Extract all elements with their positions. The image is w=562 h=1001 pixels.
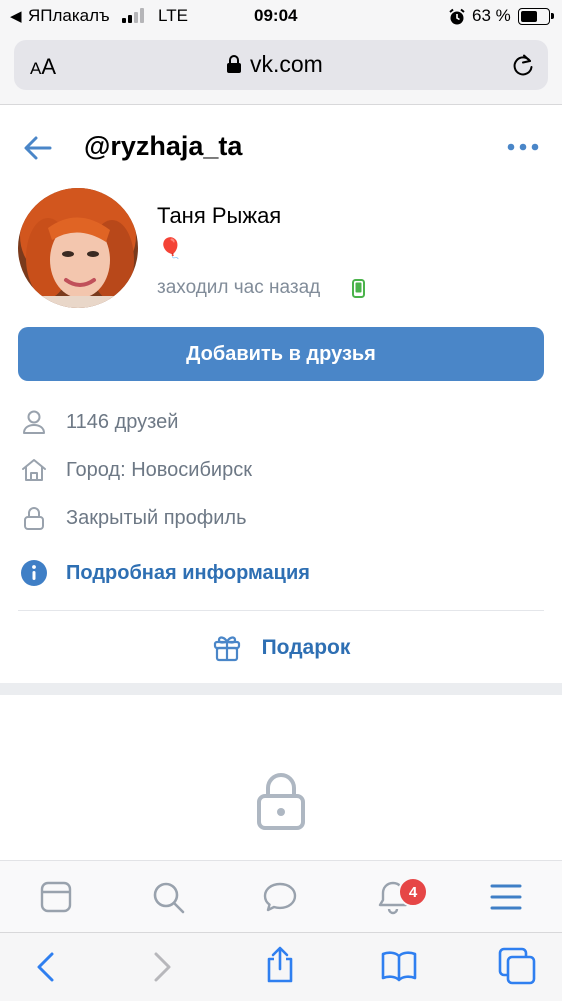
battery-percent: 63 % [472, 6, 511, 25]
last-seen-text: заходил час назад [157, 277, 321, 298]
back-to-app-indicator[interactable]: ◀ [10, 7, 22, 25]
gift-icon [213, 636, 240, 662]
feed-icon[interactable] [40, 881, 72, 913]
divider [18, 610, 544, 611]
secure-lock-icon [227, 55, 241, 73]
messages-icon[interactable] [262, 881, 298, 913]
signal-icon [122, 8, 148, 23]
closed-profile-lock-icon [257, 773, 305, 830]
gift-button[interactable]: Подарок [0, 626, 562, 670]
share-icon[interactable] [264, 945, 296, 985]
info-icon [18, 557, 50, 589]
user-icon [18, 406, 50, 438]
battery-icon [518, 8, 550, 25]
privacy-row: Закрытый профиль [18, 498, 247, 538]
notifications-badge: 4 [398, 877, 428, 907]
app-tab-bar [0, 860, 562, 933]
home-icon [18, 454, 50, 486]
phone-icon [352, 279, 365, 298]
lock-icon [18, 502, 50, 534]
browser-back-icon[interactable] [34, 951, 58, 983]
network-label: LTE [158, 6, 188, 25]
browser-address-area: AA vk.com [0, 34, 562, 105]
page-title: @ryzhaja_ta [84, 131, 243, 161]
privacy-text: Закрытый профиль [66, 506, 247, 529]
text-size-button[interactable]: AA [30, 54, 56, 80]
more-info-link[interactable]: Подробная информация [18, 553, 310, 593]
friends-count: 1146 друзей [66, 410, 179, 433]
browser-forward-icon[interactable] [150, 951, 174, 983]
section-separator [0, 683, 562, 695]
back-arrow-icon[interactable] [22, 132, 54, 164]
add-friend-button[interactable]: Добавить в друзья [18, 327, 544, 381]
more-dots-icon[interactable] [506, 140, 540, 154]
back-app-label[interactable]: ЯПлакалъ [28, 6, 110, 26]
city-text: Город: Новосибирск [66, 458, 252, 481]
url-text[interactable]: vk.com [250, 51, 323, 78]
alarm-icon [449, 8, 465, 25]
status-emoji: 🎈 [158, 238, 183, 260]
avatar[interactable] [18, 188, 138, 308]
clock: 09:04 [254, 6, 298, 25]
search-icon[interactable] [152, 881, 186, 915]
gift-label: Подарок [261, 636, 351, 659]
menu-icon[interactable] [490, 883, 522, 911]
city-row: Город: Новосибирск [18, 450, 252, 490]
bookmarks-icon[interactable] [380, 949, 418, 983]
status-bar: ◀ ЯПлакалъ LTE 09:04 63 % [0, 0, 562, 34]
address-bar[interactable]: AA vk.com [14, 40, 548, 90]
battery-cap [551, 13, 554, 19]
friends-row[interactable]: 1146 друзей [18, 402, 178, 442]
more-info-label: Подробная информация [66, 561, 310, 584]
browser-toolbar [0, 932, 562, 1001]
tabs-icon[interactable] [498, 947, 536, 985]
reload-icon[interactable] [510, 52, 536, 78]
profile-name: Таня Рыжая [157, 203, 282, 228]
